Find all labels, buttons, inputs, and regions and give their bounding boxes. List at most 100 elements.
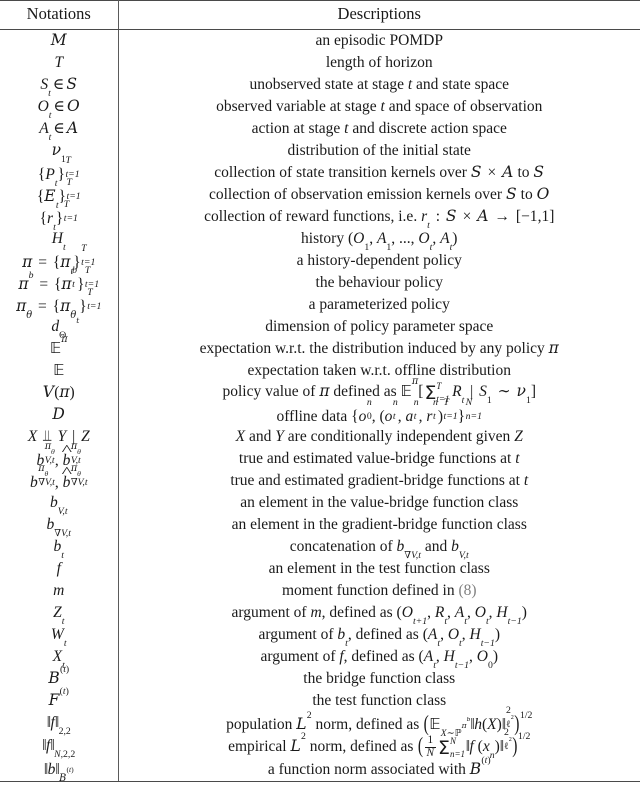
description-cell: expectation w.r.t. the distribution indu… — [199, 339, 559, 358]
table-row: F(t) the test function class — [0, 686, 640, 712]
description-cell: history (O1, A1, ..., Ot, At) — [301, 229, 458, 253]
description-cell: X and Y are conditionally independent gi… — [235, 427, 523, 445]
description-cell: action at stage t and discrete action sp… — [251, 119, 507, 137]
table-row: {Et} Tt=1 collection of observation emiss… — [0, 178, 640, 210]
notation-cell: b∇V,t — [0, 514, 119, 538]
table-row: bV,t an element in the value-bridge func… — [0, 492, 640, 516]
description-cell: concatenation of b∇V,t and bV,t — [289, 537, 469, 561]
header-row: Notations Descriptions — [0, 0, 640, 30]
description-cell: true and estimated gradient-bridge funct… — [230, 471, 529, 489]
description-cell: an element in the value-bridge function … — [240, 493, 519, 511]
notation-cell: ‖f‖N,2,2 — [0, 734, 119, 760]
table-row: Wt argument of bt, defined as (At, Ot, H… — [0, 624, 640, 649]
notation-cell: Xt — [0, 646, 119, 670]
table-row: ‖f‖2,2 population L2 norm, defined as (𝔼… — [0, 705, 640, 739]
table-row: bt concatenation of b∇V,t and bV,t — [0, 536, 640, 561]
notation-cell: bπθV,t, bπθV,t — [0, 442, 119, 470]
notation-cell: {Et} Tt=1 — [0, 178, 119, 210]
table-row: Zt argument of m, defined as (Ot+1, Rt, … — [0, 602, 640, 627]
notation-cell: F(t) — [0, 686, 119, 712]
notation-cell: m — [0, 580, 119, 602]
table-row: b∇V,t an element in the gradient-bridge … — [0, 514, 640, 538]
notation-cell: {Pt} Tt=1 — [0, 156, 119, 188]
notation-cell: M — [0, 29, 119, 52]
description-cell: moment function defined in (8) — [281, 581, 477, 599]
description-cell: an episodic POMDP — [315, 31, 443, 49]
notation-cell: B(t) — [0, 664, 119, 690]
description-cell: expectation taken w.r.t. offline distrib… — [247, 361, 511, 379]
table-row: X ⫫ Y | Z X and Y are conditionally inde… — [0, 426, 640, 448]
table-row: 𝔼π expectation w.r.t. the distribution i… — [0, 334, 640, 360]
notation-cell: bt — [0, 536, 119, 560]
table-row: T length of horizon — [0, 52, 640, 74]
notation-cell: f — [0, 558, 119, 580]
notation-cell: 𝔼 — [0, 360, 119, 382]
description-cell: empirical L2 norm, defined as (1 N Σ Nn=1 ‖f… — [228, 726, 531, 761]
description-cell: collection of state transition kernels o… — [214, 163, 545, 182]
description-cell: a history-dependent policy — [296, 251, 462, 269]
description-cell: the bridge function class — [303, 669, 456, 687]
table-row: D offline data {o n 0, (o n t, ant, r n t) Tt=1… — [0, 397, 640, 426]
description-cell: observed variable at stage t and space o… — [216, 97, 543, 115]
description-cell: a parameterized policy — [308, 295, 450, 313]
notation-cell: πθ = {πθt} Tt=1 — [0, 288, 119, 324]
table-row: {Pt} Tt=1 collection of state transition … — [0, 156, 640, 188]
table-row: At∈ A action at stage t and discrete acti… — [0, 118, 640, 142]
table-header: Notations Descriptions — [0, 0, 640, 30]
notation-cell: 𝔼π — [0, 334, 119, 360]
description-cell: population L2 norm, defined as (𝔼X∼ℙπb‖h… — [226, 705, 533, 739]
table-row: ‖b‖B(t) a function norm associated with … — [0, 755, 640, 783]
description-cell: argument of m, defined as (Ot+1, Rt, At,… — [231, 603, 527, 627]
table-row: Ht history (O1, A1, ..., Ot, At) — [0, 228, 640, 253]
table-row: bπθ∇V,t, bπθ∇V,t true and estimated grad… — [0, 464, 640, 492]
table-row: ν1 distribution of the initial state — [0, 140, 640, 164]
description-cell: true and estimated value-bridge function… — [238, 449, 520, 467]
description-cell: offline data {o n 0, (o n t, ant, r n t) Tt=1} N… — [276, 397, 482, 426]
description-cell: distribution of the initial state — [287, 141, 471, 159]
table-body: M an episodic POMDP T length of horizon … — [0, 29, 640, 783]
table-row: V(π) policy value of π defined as 𝔼π[Σ Tt… — [0, 376, 640, 406]
equation-reference-link[interactable]: (8) — [458, 582, 476, 599]
table-row: dΘ dimension of policy parameter space — [0, 316, 640, 340]
description-cell: the behaviour policy — [315, 273, 443, 291]
description-cell: length of horizon — [325, 53, 433, 71]
description-cell: a function norm associated with B(t) — [118, 755, 640, 783]
notation-cell: St∈ S — [0, 74, 119, 98]
table-row: B(t) the bridge function class — [0, 664, 640, 690]
notation-cell: bπθ∇V,t, bπθ∇V,t — [0, 464, 119, 492]
table-row: Xt argument of f, defined as (At, Ht−1, … — [0, 646, 640, 671]
description-cell: an element in the gradient-bridge functi… — [231, 515, 527, 533]
notation-cell: T — [0, 52, 119, 74]
notation-cell: ‖b‖B(t) — [0, 759, 119, 783]
notation-cell: ‖f‖2,2 — [0, 712, 119, 736]
column-header-notations: Notations — [0, 0, 119, 30]
table-row: Ot∈ O observed variable at stage t and sp… — [0, 96, 640, 120]
column-header-descriptions: Descriptions — [118, 0, 640, 30]
description-cell: collection of observation emission kerne… — [208, 185, 550, 204]
notation-cell: {rt} Tt=1 — [0, 200, 119, 232]
description-cell: policy value of π defined as 𝔼π[Σ Tt=1 Rt … — [222, 376, 537, 406]
table-row: M an episodic POMDP — [0, 29, 640, 52]
table-row: {rt} Tt=1 collection of reward functions,… — [0, 200, 640, 232]
description-cell: argument of f, defined as (At, Ht−1, O0) — [260, 647, 499, 671]
table-row: bπθV,t, bπθV,t true and estimated value-… — [0, 442, 640, 470]
notation-cell: V(π) — [0, 382, 119, 404]
notation-table: Notations Descriptions M an episodic POM… — [0, 0, 640, 783]
description-cell: an element in the test function class — [268, 559, 490, 577]
notation-cell: Ht — [0, 228, 119, 252]
notation-table-figure: Notations Descriptions M an episodic POM… — [0, 0, 640, 786]
table-row: 𝔼 expectation taken w.r.t. offline distr… — [0, 360, 640, 382]
notation-cell: Zt — [0, 602, 119, 626]
notation-cell: ν1 — [0, 140, 119, 164]
table-row: St∈ S unobserved state at stage t and sta… — [0, 74, 640, 98]
description-cell: argument of bt, defined as (At, Ot, Ht−1… — [258, 625, 501, 649]
description-cell: the test function class — [312, 691, 447, 709]
notation-cell: At∈ A — [0, 118, 119, 142]
table-row: ‖f‖N,2,2 empirical L2 norm, defined as (… — [0, 726, 640, 761]
notation-cell: D — [0, 404, 119, 426]
notation-cell: Wt — [0, 624, 119, 648]
notation-cell: bV,t — [0, 492, 119, 516]
notation-cell: Ot∈ O — [0, 96, 119, 120]
description-cell: unobserved state at stage t and state sp… — [249, 75, 510, 93]
notation-cell: X ⫫ Y | Z — [0, 426, 119, 448]
